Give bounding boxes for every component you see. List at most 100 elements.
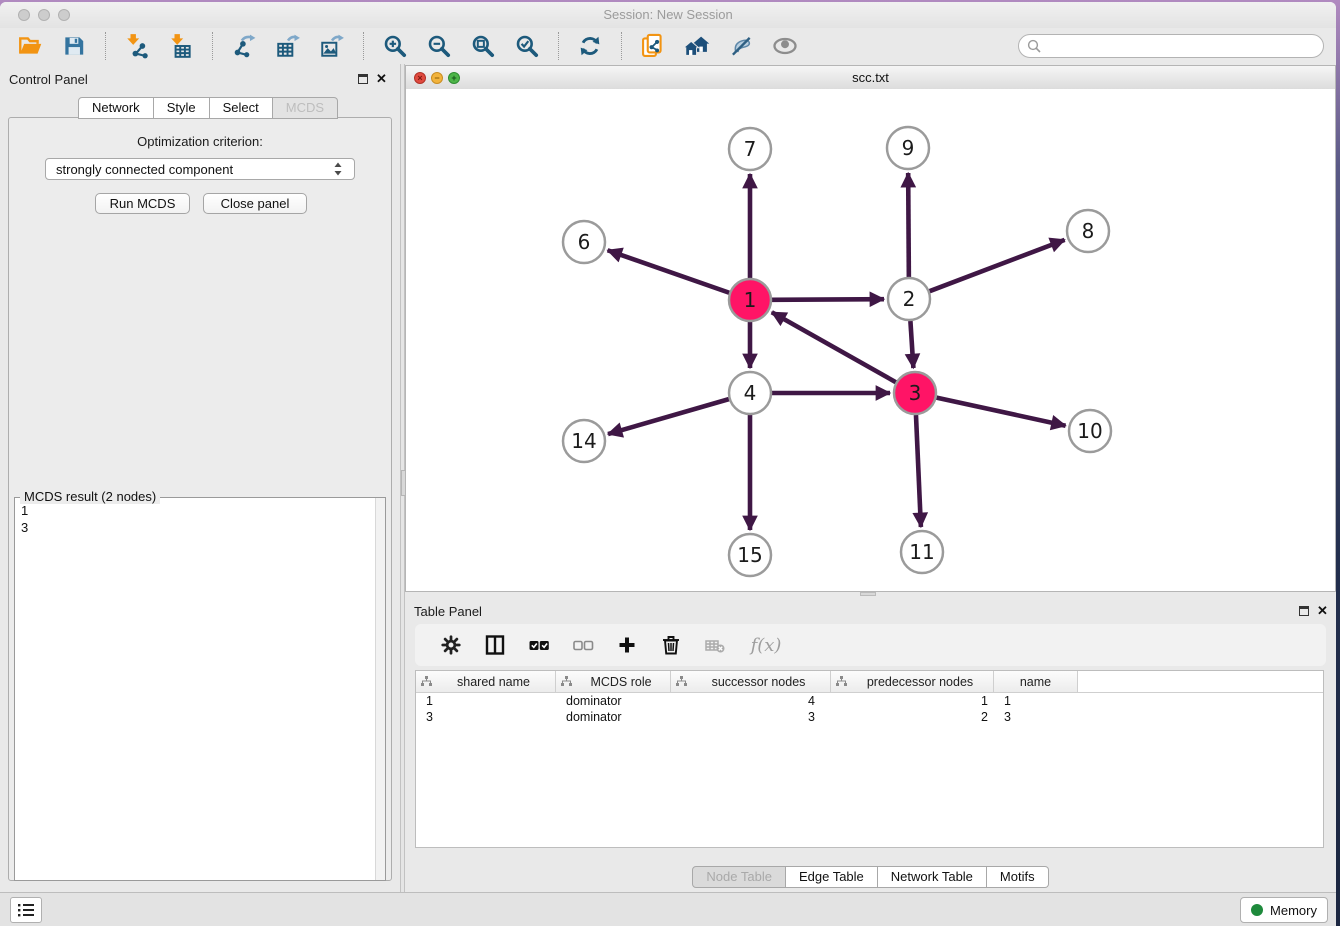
table-cell[interactable]: 3: [671, 709, 831, 725]
column-header-MCDS-role[interactable]: MCDS role: [556, 671, 671, 692]
table-cell[interactable]: 1: [831, 693, 994, 709]
graph-node-8[interactable]: 8: [1067, 210, 1109, 252]
table-row[interactable]: 1dominator411: [416, 693, 1323, 709]
import-network-button[interactable]: [123, 32, 151, 60]
zoom-selected-button[interactable]: [513, 32, 541, 60]
edge-3-11[interactable]: [916, 415, 921, 527]
table-cell[interactable]: 4: [671, 693, 831, 709]
tab-motifs[interactable]: Motifs: [987, 866, 1049, 888]
save-session-button[interactable]: [60, 32, 88, 60]
export-table-button[interactable]: [274, 32, 302, 60]
toolbar-separator: [621, 32, 622, 60]
table-cell[interactable]: 1: [416, 693, 556, 709]
show-columns-button[interactable]: [482, 632, 508, 658]
close-table-panel-icon[interactable]: ✕: [1317, 603, 1328, 619]
fx-icon: f(x): [751, 635, 782, 656]
graph-node-14[interactable]: 14: [563, 420, 605, 462]
memory-button[interactable]: Memory: [1240, 897, 1328, 923]
export-image-button[interactable]: [318, 32, 346, 60]
columns-icon: [483, 633, 507, 657]
column-header-successor-nodes[interactable]: successor nodes: [671, 671, 831, 692]
graph-node-3[interactable]: 3: [894, 372, 936, 414]
table-cell[interactable]: 3: [994, 709, 1078, 725]
result-scrollbar[interactable]: [375, 498, 385, 880]
add-row-button[interactable]: [614, 632, 640, 658]
search-field[interactable]: [1018, 34, 1324, 58]
table-cell[interactable]: 1: [994, 693, 1078, 709]
graph-node-2[interactable]: 2: [888, 278, 930, 320]
close-panel-icon[interactable]: ✕: [376, 71, 387, 87]
tab-style[interactable]: Style: [154, 97, 210, 119]
tab-node-table[interactable]: Node Table: [692, 866, 786, 888]
open-folder-icon: [17, 33, 43, 59]
refresh-layout-button[interactable]: [576, 32, 604, 60]
import-table-button[interactable]: [167, 32, 195, 60]
node-label: 6: [578, 230, 591, 254]
table-cell[interactable]: dominator: [556, 709, 671, 725]
first-neighbors-button[interactable]: [683, 32, 711, 60]
edge-3-10[interactable]: [936, 398, 1065, 426]
open-session-button[interactable]: [16, 32, 44, 60]
table-cell[interactable]: 2: [831, 709, 994, 725]
function-builder-button[interactable]: f(x): [746, 632, 786, 658]
export-network-button[interactable]: [230, 32, 258, 60]
float-table-panel-icon[interactable]: [1299, 606, 1309, 616]
unselect-all-button[interactable]: [570, 632, 596, 658]
edge-2-9[interactable]: [908, 173, 909, 277]
node-table[interactable]: shared name MCDS rolesuccessor nodesprede…: [415, 670, 1324, 848]
edge-2-8[interactable]: [930, 240, 1065, 291]
search-icon: [1027, 39, 1041, 53]
edge-1-6[interactable]: [608, 250, 730, 292]
graph-node-11[interactable]: 11: [901, 531, 943, 573]
graph-node-1[interactable]: 1: [729, 279, 771, 321]
label-slash-button[interactable]: [727, 32, 755, 60]
column-header-predecessor-nodes[interactable]: predecessor nodes: [831, 671, 994, 692]
edge-3-1[interactable]: [772, 312, 896, 382]
graph-node-15[interactable]: 15: [729, 534, 771, 576]
mcds-result-list[interactable]: 1 3: [21, 502, 371, 878]
optimization-criterion-select[interactable]: strongly connected component: [45, 158, 355, 180]
column-header-name[interactable]: name: [994, 671, 1078, 692]
delete-table-button[interactable]: [702, 632, 728, 658]
node-label: 9: [902, 136, 915, 160]
graph-node-6[interactable]: 6: [563, 221, 605, 263]
memory-label: Memory: [1270, 903, 1317, 918]
copy-network-button[interactable]: [639, 32, 667, 60]
edge-2-3[interactable]: [910, 321, 913, 368]
column-header-shared-name[interactable]: shared name: [416, 671, 556, 692]
float-panel-icon[interactable]: [358, 74, 368, 84]
graph-node-7[interactable]: 7: [729, 128, 771, 170]
column-label: MCDS role: [572, 675, 670, 689]
tab-select[interactable]: Select: [210, 97, 273, 119]
search-input[interactable]: [1046, 38, 1315, 54]
graph-node-9[interactable]: 9: [887, 127, 929, 169]
tab-edge-table[interactable]: Edge Table: [786, 866, 878, 888]
edge-4-14[interactable]: [608, 399, 729, 434]
table-cell[interactable]: dominator: [556, 693, 671, 709]
zoom-in-button[interactable]: [381, 32, 409, 60]
node-label: 7: [744, 137, 757, 161]
graphics-details-button[interactable]: [771, 32, 799, 60]
edge-1-2[interactable]: [772, 299, 884, 300]
zoom-fit-button[interactable]: [469, 32, 497, 60]
network-canvas[interactable]: 7 9 6 8 1 2 4 3 14 10 15 11: [406, 89, 1335, 591]
run-mcds-button[interactable]: Run MCDS: [95, 193, 190, 214]
table-row[interactable]: 3dominator323: [416, 709, 1323, 725]
select-all-button[interactable]: [526, 632, 552, 658]
node-label: 10: [1077, 419, 1102, 443]
delete-rows-button[interactable]: [658, 632, 684, 658]
node-label: 11: [909, 540, 934, 564]
table-settings-button[interactable]: [438, 632, 464, 658]
graph-node-10[interactable]: 10: [1069, 410, 1111, 452]
task-history-button[interactable]: [10, 897, 42, 923]
tab-network-table[interactable]: Network Table: [878, 866, 987, 888]
close-panel-button[interactable]: Close panel: [203, 193, 307, 214]
zoom-out-button[interactable]: [425, 32, 453, 60]
zoom-out-icon: [426, 33, 452, 59]
toolbar-separator: [105, 32, 106, 60]
graph-node-4[interactable]: 4: [729, 372, 771, 414]
tab-network[interactable]: Network: [78, 97, 154, 119]
mcds-result-box: MCDS result (2 nodes) 1 3: [14, 497, 386, 881]
table-cell[interactable]: 3: [416, 709, 556, 725]
tab-mcds[interactable]: MCDS: [273, 97, 338, 119]
